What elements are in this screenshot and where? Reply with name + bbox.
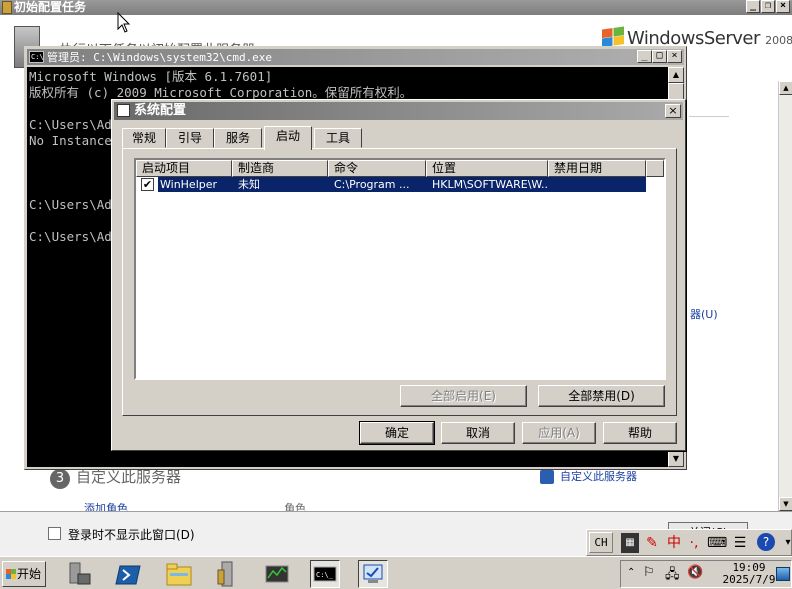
- column-command[interactable]: 命令: [328, 160, 426, 177]
- start-button[interactable]: 开始: [2, 561, 46, 587]
- tab-tools[interactable]: 工具: [314, 128, 362, 148]
- softkeyboard-icon[interactable]: ⌨: [707, 533, 727, 553]
- close-button[interactable]: ×: [776, 0, 790, 13]
- vertical-scrollbar[interactable]: ▲ ▼: [778, 81, 792, 511]
- dont-show-label: 登录时不显示此窗口(D): [68, 528, 195, 542]
- performance-monitor-icon[interactable]: [262, 560, 292, 588]
- cmd-close-button[interactable]: ×: [667, 50, 682, 63]
- msconfig-close-button[interactable]: ×: [665, 104, 681, 118]
- column-filler: [646, 160, 664, 177]
- startup-list[interactable]: 启动项目 制造商 命令 位置 禁用日期 ✔ WinHelper 未知 C:\Pr…: [134, 158, 666, 380]
- clock-date: 2025/7/9: [722, 573, 776, 586]
- tab-startup[interactable]: 启动: [264, 126, 312, 150]
- startup-item-checkbox[interactable]: ✔: [141, 178, 154, 191]
- cmd-titlebar[interactable]: C:\ 管理员: C:\Windows\system32\cmd.exe _ □…: [27, 49, 684, 65]
- ime-menu-icon[interactable]: ☰: [731, 533, 749, 553]
- mouse-cursor-icon: [117, 12, 131, 33]
- cell-manufacturer: 未知: [238, 178, 260, 191]
- customize-server-link[interactable]: 自定义此服务器: [540, 468, 637, 484]
- volume-muted-icon[interactable]: 🔇: [687, 565, 703, 580]
- device-manager-link[interactable]: 器(U): [690, 306, 718, 322]
- tab-general[interactable]: 常规: [122, 128, 166, 148]
- cell-location: HKLM\SOFTWARE\W...: [432, 178, 548, 191]
- taskbar: 开始 C:\_ ⌃ ⚐ 🖧 🔇 19:09 2025/7/9: [0, 556, 792, 589]
- minimize-button[interactable]: _: [746, 0, 760, 13]
- tab-services[interactable]: 服务: [214, 128, 262, 148]
- apply-button[interactable]: 应用(A): [522, 422, 596, 444]
- scroll-up-icon[interactable]: ▲: [668, 67, 684, 83]
- console-line: Microsoft Windows [版本 6.1.7601]: [29, 69, 273, 84]
- msconfig-titlebar[interactable]: 系统配置 ×: [114, 102, 683, 120]
- column-disable-date[interactable]: 禁用日期: [548, 160, 646, 177]
- ime-language-bar[interactable]: CH ▦ ✎ 中 ·, ⌨ ☰ ? ▾: [586, 529, 792, 556]
- help-icon[interactable]: ?: [757, 533, 775, 551]
- cell-item: WinHelper: [160, 178, 218, 191]
- restore-button[interactable]: ❐: [761, 0, 775, 13]
- scroll-down-icon[interactable]: ▼: [779, 497, 792, 511]
- show-hidden-icons[interactable]: ⌃: [627, 567, 635, 578]
- scroll-down-icon[interactable]: ▼: [668, 451, 684, 467]
- options-icon[interactable]: ▾: [779, 533, 792, 553]
- cmd-minimize-button[interactable]: _: [637, 50, 652, 63]
- column-startup-item[interactable]: 启动项目: [136, 160, 232, 177]
- column-manufacturer[interactable]: 制造商: [232, 160, 328, 177]
- windows-flag-icon: [602, 26, 624, 48]
- action-center-flag-icon[interactable]: ⚐: [643, 565, 655, 580]
- info-icon: [540, 470, 554, 484]
- cancel-button[interactable]: 取消: [441, 422, 515, 444]
- list-header: 启动项目 制造商 命令 位置 禁用日期: [136, 160, 664, 177]
- disable-all-button[interactable]: 全部禁用(D): [538, 385, 665, 407]
- initial-config-taskbar-icon[interactable]: [212, 560, 242, 588]
- msconfig-title: 系统配置: [134, 103, 187, 118]
- msconfig-taskbar-button[interactable]: [358, 560, 388, 588]
- explorer-icon[interactable]: [164, 560, 194, 588]
- ok-button[interactable]: 确定: [359, 421, 435, 445]
- startup-panel: 启动项目 制造商 命令 位置 禁用日期 ✔ WinHelper 未知 C:\Pr…: [122, 148, 677, 416]
- tab-boot[interactable]: 引导: [166, 128, 214, 148]
- language-indicator[interactable]: CH: [589, 532, 613, 553]
- cmd-maximize-button[interactable]: □: [652, 50, 667, 63]
- console-icon: C:\: [29, 51, 44, 63]
- network-icon[interactable]: 🖧: [665, 565, 680, 587]
- help-button[interactable]: 帮助: [603, 422, 677, 444]
- cell-command: C:\Program ...: [334, 178, 410, 191]
- server-manager-icon[interactable]: [64, 560, 94, 588]
- window-title: 初始配置任务: [14, 0, 87, 14]
- table-row[interactable]: WinHelper 未知 C:\Program ... HKLM\SOFTWAR…: [158, 177, 646, 192]
- notification-area: ⌃ ⚐ 🖧 🔇 19:09 2025/7/9: [620, 560, 792, 588]
- dont-show-checkbox[interactable]: [48, 527, 61, 540]
- ime-pinyin-icon[interactable]: ✎: [643, 533, 661, 553]
- ime-mode[interactable]: 中: [665, 533, 683, 553]
- enable-all-button[interactable]: 全部启用(E): [400, 385, 527, 407]
- punctuation-icon[interactable]: ·,: [685, 533, 703, 553]
- cmd-title-text: 管理员: C:\Windows\system32\cmd.exe: [47, 51, 273, 64]
- svg-text:C:\_: C:\_: [316, 571, 334, 579]
- msconfig-icon: [117, 104, 130, 117]
- column-location[interactable]: 位置: [426, 160, 548, 177]
- ime-icon[interactable]: ▦: [621, 533, 639, 553]
- powershell-icon[interactable]: [114, 560, 144, 588]
- cmd-taskbar-button[interactable]: C:\_: [310, 560, 340, 588]
- server-icon: [2, 1, 12, 14]
- windows-flag-icon: [6, 569, 16, 579]
- divider: [689, 116, 729, 117]
- scroll-up-icon[interactable]: ▲: [779, 81, 792, 95]
- show-desktop-icon[interactable]: [776, 567, 790, 581]
- system-config-dialog: 系统配置 × 常规 引导 服务 启动 工具 启动项目 制造商 命令 位置 禁用日…: [111, 99, 686, 451]
- roles-label: 角色: [284, 502, 306, 511]
- add-roles-link[interactable]: 添加角色: [84, 500, 128, 511]
- clock[interactable]: 19:09 2025/7/9: [721, 562, 777, 586]
